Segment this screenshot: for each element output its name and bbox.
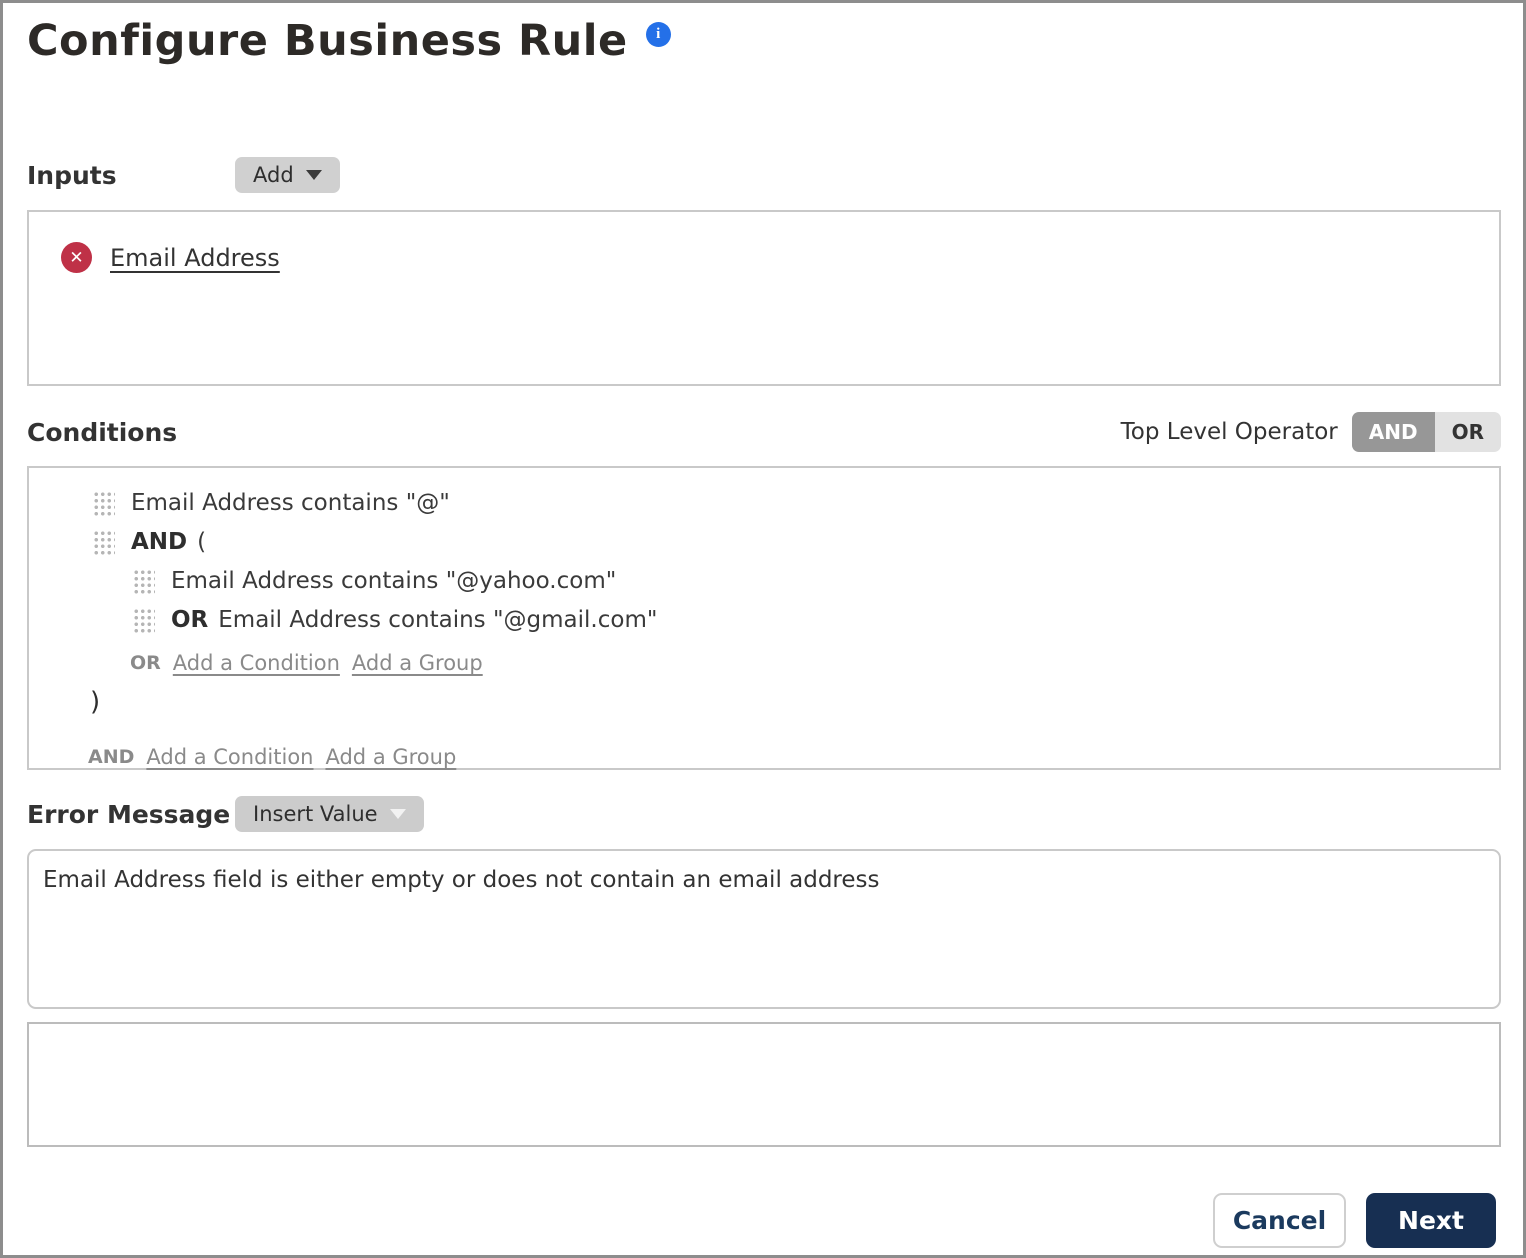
error-message-textarea[interactable]: Email Address field is either empty or d… [27, 849, 1501, 1009]
operator-toggle-and[interactable]: AND [1352, 412, 1435, 452]
add-input-button[interactable]: Add [235, 157, 340, 193]
error-message-header: Error Message Insert Value [27, 796, 1501, 833]
inputs-panel: ✕ Email Address [27, 210, 1501, 386]
condition-operator: AND [131, 529, 187, 555]
group-open-paren: ( [197, 529, 206, 555]
operator-toggle: AND OR [1352, 412, 1501, 452]
inner-add-operator: OR [130, 652, 161, 674]
footer-actions: Cancel Next [27, 1193, 1501, 1248]
drag-handle-icon[interactable] [92, 490, 115, 516]
add-input-button-label: Add [253, 163, 294, 187]
condition-operator: OR [171, 607, 208, 633]
inner-add-condition-link[interactable]: Add a Condition [173, 651, 340, 675]
input-email-address-link[interactable]: Email Address [110, 244, 280, 272]
top-level-operator-control: Top Level Operator AND OR [1121, 412, 1501, 452]
conditions-heading: Conditions [27, 418, 177, 447]
conditions-panel: Email Address contains "@" AND ( Email A… [27, 466, 1501, 770]
inner-add-group-link[interactable]: Add a Group [352, 651, 483, 675]
inner-group-add-row: OR Add a Condition Add a Group [29, 651, 1499, 675]
next-button[interactable]: Next [1366, 1193, 1496, 1248]
inputs-heading: Inputs [27, 161, 117, 190]
drag-handle-icon[interactable] [92, 529, 115, 555]
insert-value-button-label: Insert Value [253, 802, 378, 826]
condition-text[interactable]: Email Address contains "@yahoo.com" [171, 568, 616, 594]
outer-add-group-link[interactable]: Add a Group [325, 745, 456, 769]
cancel-button[interactable]: Cancel [1213, 1193, 1346, 1248]
chevron-down-icon [306, 170, 322, 180]
input-item-email-address: ✕ Email Address [61, 242, 1499, 273]
condition-group-row: AND ( [29, 527, 1499, 557]
condition-row: Email Address contains "@yahoo.com" [29, 566, 1499, 596]
error-message-heading: Error Message [27, 800, 230, 829]
inputs-header: Inputs Add [27, 157, 1501, 194]
outer-add-condition-link[interactable]: Add a Condition [146, 745, 313, 769]
drag-handle-icon[interactable] [132, 607, 155, 633]
secondary-text-box[interactable] [27, 1022, 1501, 1147]
group-close-paren: ) [29, 687, 1499, 717]
outer-add-operator: AND [88, 746, 134, 768]
condition-text[interactable]: Email Address contains "@gmail.com" [218, 607, 657, 633]
insert-value-button[interactable]: Insert Value [235, 796, 424, 832]
top-level-add-row: AND Add a Condition Add a Group [29, 745, 1499, 769]
title-row: Configure Business Rule i [27, 13, 1501, 69]
info-icon[interactable]: i [646, 22, 671, 47]
delete-input-icon[interactable]: ✕ [61, 242, 92, 273]
condition-text[interactable]: Email Address contains "@" [131, 490, 450, 516]
condition-row: OR Email Address contains "@gmail.com" [29, 605, 1499, 635]
top-level-operator-label: Top Level Operator [1121, 419, 1338, 445]
page-title: Configure Business Rule [27, 13, 628, 69]
chevron-down-icon [390, 809, 406, 819]
condition-row: Email Address contains "@" [29, 488, 1499, 518]
conditions-header: Conditions Top Level Operator AND OR [27, 412, 1501, 452]
configure-business-rule-dialog: Configure Business Rule i Inputs Add ✕ E… [0, 0, 1526, 1258]
operator-toggle-or[interactable]: OR [1435, 412, 1501, 452]
drag-handle-icon[interactable] [132, 568, 155, 594]
